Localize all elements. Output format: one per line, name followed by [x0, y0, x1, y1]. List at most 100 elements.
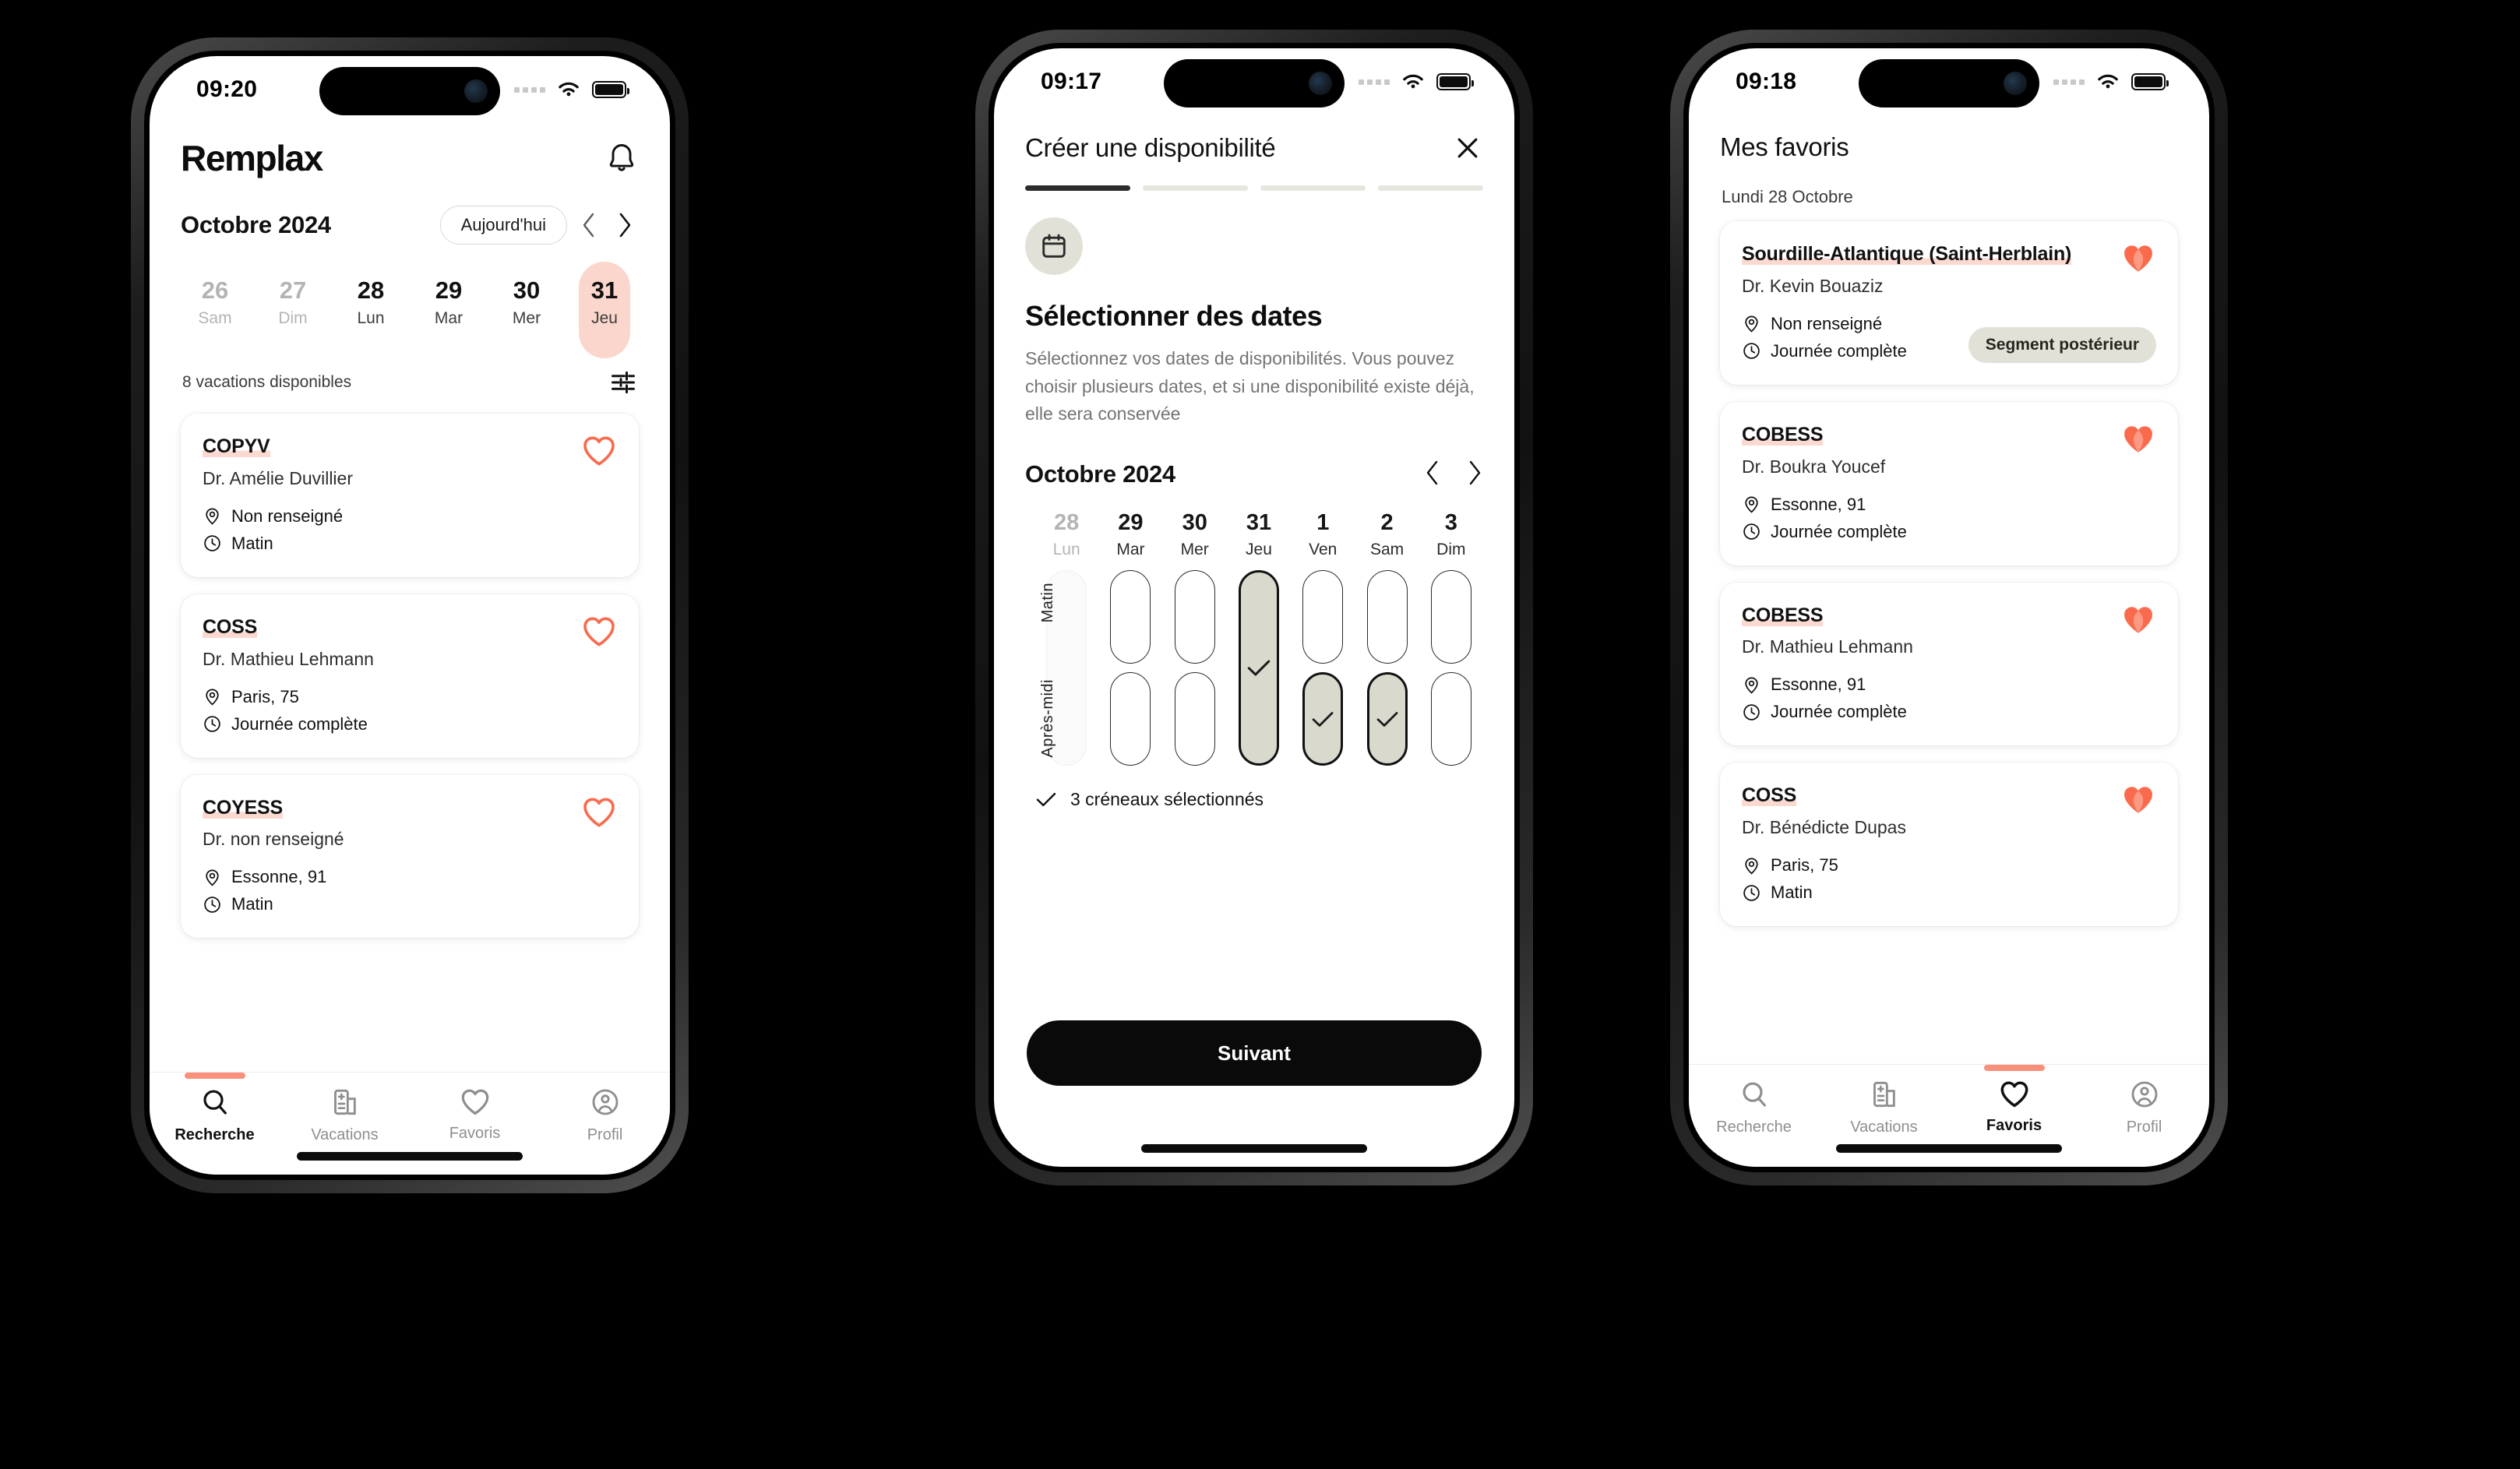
chevron-right-icon[interactable]	[611, 211, 639, 239]
slot-morning[interactable]	[1174, 569, 1215, 664]
calendar-badge	[1025, 217, 1083, 275]
selection-summary-text: 3 créneaux sélectionnés	[1070, 788, 1264, 809]
tab-recherche[interactable]: Recherche	[150, 1087, 280, 1144]
tab-label: Favoris	[449, 1125, 501, 1142]
favorite-heart-outline-icon[interactable]	[581, 795, 617, 828]
slot-afternoon[interactable]	[1174, 671, 1215, 766]
slot-morning[interactable]	[1430, 569, 1471, 664]
favorite-heart-filled-icon[interactable]	[2120, 241, 2156, 274]
day-strip: 26 Sam 27 Dim 28 Lun 29 Mar 30 Mer 31 Jeu	[150, 245, 670, 345]
tab-profil[interactable]: Profil	[2079, 1079, 2209, 1136]
battery-icon	[592, 81, 629, 98]
card-location: Essonne, 91	[203, 867, 617, 887]
slot-column-header: 30 Mer	[1163, 510, 1227, 559]
chevron-left-icon[interactable]	[575, 211, 603, 239]
front-camera	[2004, 72, 2027, 95]
card-title: COPYV	[203, 435, 270, 458]
slot-afternoon-selected[interactable]	[1302, 671, 1344, 766]
phone-device-search: 09:20 Remplax Octobre 2024 Aujourd'hui 2…	[131, 37, 689, 1193]
close-icon[interactable]	[1452, 132, 1483, 164]
slot-afternoon[interactable]	[1430, 671, 1471, 766]
slot-fullday-selected[interactable]	[1238, 569, 1279, 766]
signal-dots-icon	[1359, 79, 1390, 85]
tab-profil[interactable]: Profil	[540, 1087, 670, 1144]
tab-favoris[interactable]: Favoris	[1949, 1079, 2079, 1135]
chevron-left-icon[interactable]	[1424, 460, 1441, 490]
day-number: 29	[435, 277, 463, 304]
day-cell[interactable]: 26 Sam	[176, 266, 254, 345]
slot-column-header: 28 Lun	[1034, 510, 1098, 559]
card-time-text: Journée complète	[1771, 702, 1907, 722]
favorite-card[interactable]: COSS Dr. Bénédicte Dupas Paris, 75 Matin	[1720, 763, 2178, 926]
card-doctor: Dr. Mathieu Lehmann	[1742, 636, 1913, 657]
vacation-card[interactable]: COPYV Dr. Amélie Duvillier Non renseigné	[181, 414, 639, 577]
month-label: Octobre 2024	[181, 211, 331, 238]
slot-morning[interactable]	[1110, 569, 1151, 664]
status-badge: Segment postérieur	[1968, 326, 2156, 363]
clock-icon	[204, 897, 220, 913]
slot-column	[1227, 569, 1291, 766]
check-icon	[1312, 712, 1334, 727]
day-cell[interactable]: 29 Mar	[410, 266, 488, 345]
favorite-heart-filled-icon[interactable]	[2120, 603, 2156, 636]
card-location-text: Essonne, 91	[1771, 494, 1866, 514]
slot-day-number: 2	[1380, 509, 1394, 535]
favorite-card[interactable]: COBESS Dr. Mathieu Lehmann Essonne, 91 J…	[1720, 582, 2178, 746]
slot-day-number: 31	[1246, 509, 1272, 535]
chevron-right-icon[interactable]	[1466, 460, 1483, 490]
favorite-card[interactable]: COBESS Dr. Boukra Youcef Essonne, 91 Jou…	[1720, 401, 2178, 565]
next-button[interactable]: Suivant	[1027, 1020, 1482, 1086]
slot-column	[1419, 569, 1483, 766]
favorite-heart-outline-icon[interactable]	[581, 434, 617, 467]
card-location-text: Non renseigné	[1771, 313, 1883, 333]
favorite-heart-filled-icon[interactable]	[2120, 783, 2156, 816]
tab-favoris[interactable]: Favoris	[410, 1087, 540, 1143]
month-controls: Aujourd'hui	[439, 206, 639, 245]
day-cell[interactable]: 27 Dim	[254, 266, 332, 345]
tab-vacations[interactable]: Vacations	[280, 1087, 410, 1144]
vacation-card[interactable]: COSS Dr. Mathieu Lehmann Paris, 75 Journ…	[181, 594, 639, 758]
vacation-card[interactable]: COYESS Dr. non renseigné Essonne, 91 Mat…	[181, 774, 639, 939]
card-meta: Essonne, 91 Journée complète	[1742, 675, 2156, 722]
card-doctor: Dr. Amélie Duvillier	[203, 467, 353, 488]
today-button[interactable]: Aujourd'hui	[439, 206, 567, 245]
card-meta: Essonne, 91 Journée complète	[1742, 495, 2156, 542]
tab-label: Favoris	[1986, 1117, 2042, 1134]
tab-label: Profil	[2126, 1118, 2162, 1136]
slot-afternoon[interactable]	[1110, 671, 1151, 766]
month-row: Octobre 2024 Aujourd'hui	[150, 179, 670, 245]
sliders-icon[interactable]	[609, 368, 637, 396]
favorite-heart-outline-icon[interactable]	[581, 615, 617, 647]
slot-morning[interactable]	[1366, 569, 1408, 664]
slot-afternoon-selected[interactable]	[1366, 671, 1408, 766]
card-time-text: Journée complète	[1771, 340, 1907, 361]
month-row: Octobre 2024	[994, 428, 1514, 490]
phone-bezel: 09:20 Remplax Octobre 2024 Aujourd'hui 2…	[144, 51, 675, 1180]
phone-device-create-availability: 09:17 Créer une disponibilité Sélectionn…	[975, 30, 1533, 1185]
selection-summary: 3 créneaux sélectionnés	[994, 766, 1514, 810]
bell-icon[interactable]	[604, 141, 639, 175]
front-camera	[1309, 72, 1332, 95]
slot-morning[interactable]	[1302, 569, 1344, 664]
day-cell-selected[interactable]: 31 Jeu	[566, 266, 643, 345]
page-title: Mes favoris	[1720, 132, 1849, 161]
tab-vacations[interactable]: Vacations	[1819, 1079, 1949, 1136]
tab-recherche[interactable]: Recherche	[1689, 1079, 1819, 1136]
day-number: 28	[357, 277, 385, 304]
favorite-heart-filled-icon[interactable]	[2120, 422, 2156, 455]
status-time: 09:17	[1041, 69, 1102, 94]
day-cell[interactable]: 28 Lun	[332, 266, 410, 345]
day-cell[interactable]: 30 Mer	[488, 266, 566, 345]
slot-day-weekday: Sam	[1369, 540, 1405, 558]
tab-label: Recherche	[174, 1126, 255, 1143]
status-bar: 09:18	[1689, 48, 2209, 115]
slot-grid-body: Matin Après-midi	[1034, 569, 1483, 766]
results-count: 8 vacations disponibles	[182, 373, 352, 392]
card-title-wrap: COBESS Dr. Mathieu Lehmann	[1742, 603, 2109, 658]
clock-icon	[204, 535, 220, 552]
favorite-card[interactable]: Sourdille-Atlantique (Saint-Herblain) Dr…	[1720, 221, 2178, 385]
card-time: Matin	[1742, 882, 2156, 903]
day-number: 30	[513, 277, 541, 304]
card-header: COYESS Dr. non renseigné	[203, 795, 617, 851]
card-title-wrap: COPYV Dr. Amélie Duvillier	[203, 434, 570, 489]
